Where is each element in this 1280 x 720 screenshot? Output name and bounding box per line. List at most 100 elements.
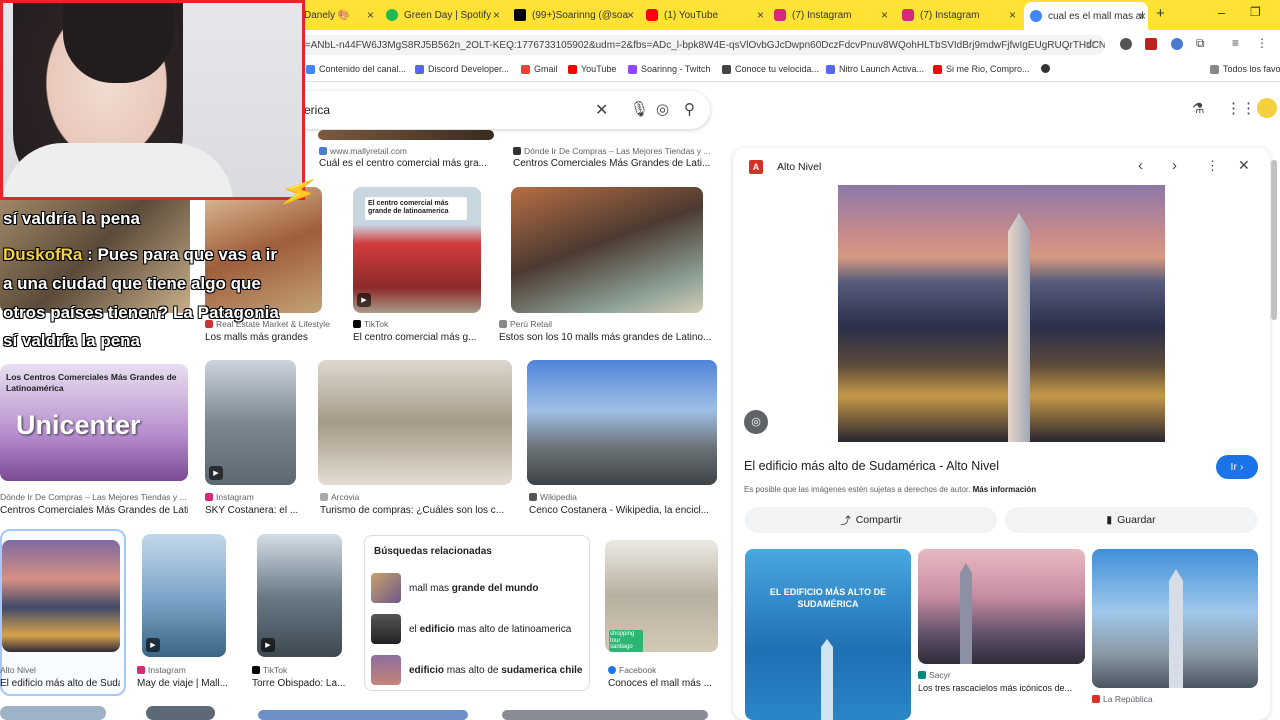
tab-instagram-1[interactable]: (7) Instagram × (768, 4, 890, 26)
tab-youtube[interactable]: (1) YouTube × (640, 4, 766, 26)
bookmark-item[interactable]: YouTube (568, 64, 616, 74)
close-icon[interactable]: × (1139, 9, 1146, 23)
close-icon[interactable]: × (1009, 8, 1016, 22)
result-image[interactable] (258, 710, 468, 720)
maximize-icon[interactable]: ❐ (1250, 5, 1261, 19)
related-item[interactable]: edificio mas alto de sudamerica chile (371, 654, 585, 686)
result-caption[interactable]: Los malls más grandes (205, 332, 340, 343)
result-image[interactable]: ▶ (257, 534, 342, 657)
result-source[interactable]: TikTok (252, 665, 287, 675)
next-icon[interactable]: › (1172, 157, 1177, 174)
result-source[interactable]: La República (1092, 694, 1153, 704)
more-info-link[interactable]: Más información (973, 485, 1037, 494)
tab-google-active[interactable]: cual es el mall mas al × (1024, 2, 1148, 30)
bookmark-item[interactable]: Contenido del canal... (306, 64, 406, 74)
result-source[interactable]: Wikipedia (529, 492, 577, 502)
panel-source[interactable]: Alto Nivel (777, 161, 821, 173)
extension-icon[interactable] (1120, 38, 1132, 50)
bookmark-item[interactable]: Soarinng - Twitch (628, 64, 710, 74)
result-image[interactable]: Los Centros Comerciales Más Grandes de L… (0, 364, 188, 481)
result-caption[interactable]: El edificio más alto de Suda... (0, 678, 120, 689)
close-icon[interactable]: × (367, 8, 374, 22)
result-image[interactable]: ▶ (205, 360, 296, 485)
preview-image[interactable] (838, 185, 1165, 442)
close-icon[interactable]: × (757, 8, 764, 22)
star-icon[interactable]: ☆ (1085, 36, 1097, 52)
bookmark-item[interactable]: Si me Rio, Compro... (933, 64, 1030, 74)
minimize-icon[interactable]: – (1218, 5, 1225, 20)
result-source[interactable]: Alto Nivel (0, 665, 36, 675)
result-source[interactable]: Instagram (205, 492, 254, 502)
result-image[interactable]: shopping tour santiago (605, 540, 718, 652)
bookmark-item[interactable]: Discord Developer... (415, 64, 509, 74)
result-image[interactable] (527, 360, 717, 485)
extension-icon[interactable] (1145, 38, 1157, 50)
scrollbar[interactable] (1271, 160, 1277, 320)
result-caption[interactable]: Los tres rascacielos más icónicos de... (918, 683, 1088, 693)
result-image[interactable] (318, 360, 512, 485)
tab-danely[interactable]: Danely 🎨 × (298, 4, 376, 26)
similar-image[interactable] (1092, 549, 1258, 688)
result-source[interactable]: Instagram (137, 665, 186, 675)
result-image[interactable] (0, 706, 106, 720)
related-item[interactable]: mall mas grande del mundo (371, 572, 585, 604)
lens-icon[interactable]: ◎ (744, 410, 768, 434)
result-caption[interactable]: Cenco Costanera - Wikipedia, la encicl..… (529, 505, 719, 516)
result-image[interactable] (318, 130, 494, 140)
result-source[interactable]: TikTok (353, 319, 388, 329)
close-icon[interactable]: × (881, 8, 888, 22)
result-caption[interactable]: SKY Costanera: el ... (205, 505, 310, 516)
result-caption[interactable]: Torre Obispado: La... (252, 678, 352, 689)
avatar[interactable] (1257, 98, 1277, 118)
result-caption[interactable]: May de viaje | Mall... (137, 678, 241, 689)
result-caption[interactable]: El centro comercial más g... (353, 332, 483, 343)
result-image[interactable] (2, 540, 120, 652)
result-caption[interactable]: Cuál es el centro comercial más gra... (319, 158, 489, 169)
result-source[interactable]: Perú Retail (499, 319, 552, 329)
result-image[interactable] (502, 710, 708, 720)
result-image[interactable] (146, 706, 215, 720)
tab-tiktok[interactable]: (99+)Soarinng (@soa × (508, 4, 636, 26)
new-tab-button[interactable]: + (1156, 5, 1165, 22)
globe-icon[interactable] (1041, 64, 1050, 73)
result-image[interactable]: El centro comercial más grande de latino… (353, 187, 481, 313)
visit-button[interactable]: Ir › (1216, 455, 1258, 479)
apps-icon[interactable]: ⋮⋮ (1226, 99, 1256, 117)
result-image[interactable]: ▶ (142, 534, 226, 657)
result-source[interactable]: Facebook (608, 665, 656, 675)
clear-icon[interactable]: ✕ (595, 100, 608, 120)
mic-icon[interactable]: 🎙 (630, 100, 649, 118)
result-source[interactable]: Dónde Ir De Compras – Las Mejores Tienda… (513, 146, 718, 156)
bookmark-item[interactable]: Nitro Launch Activa... (826, 64, 924, 74)
result-caption[interactable]: Conoces el mall más ... (608, 678, 720, 689)
close-icon[interactable]: × (493, 8, 500, 22)
search-icon[interactable]: ⚲ (684, 100, 695, 118)
more-icon[interactable]: ⋮ (1206, 158, 1219, 174)
share-button[interactable]: ⤴ Compartir (745, 507, 997, 533)
result-source[interactable]: www.mallyretail.com (319, 146, 407, 156)
menu-icon[interactable]: ≡ (1232, 36, 1239, 50)
result-source[interactable]: Sacyr (918, 670, 951, 680)
all-bookmarks[interactable]: Todos los favo (1210, 64, 1280, 74)
prev-icon[interactable]: ‹ (1138, 157, 1143, 174)
extension-icon[interactable] (1171, 38, 1183, 50)
result-source[interactable]: Dónde Ir De Compras – Las Mejores Tienda… (0, 492, 190, 502)
related-item[interactable]: el edificio mas alto de latinoamerica (371, 613, 585, 645)
bookmark-item[interactable]: Gmail (521, 64, 558, 74)
save-button[interactable]: ▮ Guardar (1005, 507, 1257, 533)
tab-spotify[interactable]: Green Day | Spotify × (380, 4, 502, 26)
result-caption[interactable]: Centros Comerciales Más Grandes de Lati.… (0, 505, 188, 516)
more-icon[interactable]: ⋮ (1256, 36, 1268, 50)
similar-image[interactable]: EL EDIFICIO MÁS ALTO DE SUDAMÉRICA (745, 549, 911, 720)
result-caption[interactable]: Centros Comerciales Más Grandes de Lati.… (513, 158, 718, 169)
bookmark-item[interactable]: Conoce tu velocida... (722, 64, 819, 74)
close-icon[interactable]: ✕ (1238, 157, 1250, 174)
result-image[interactable] (511, 187, 703, 313)
result-caption[interactable]: Estos son los 10 malls más grandes de La… (499, 332, 714, 343)
labs-icon[interactable]: ⚗ (1192, 100, 1205, 117)
result-caption[interactable]: Turismo de compras: ¿Cuáles son los c... (320, 505, 510, 516)
result-source[interactable]: Arcovia (320, 492, 359, 502)
similar-image[interactable] (918, 549, 1085, 664)
panel-title[interactable]: El edificio más alto de Sudamérica - Alt… (744, 459, 999, 473)
tab-instagram-2[interactable]: (7) Instagram × (896, 4, 1018, 26)
